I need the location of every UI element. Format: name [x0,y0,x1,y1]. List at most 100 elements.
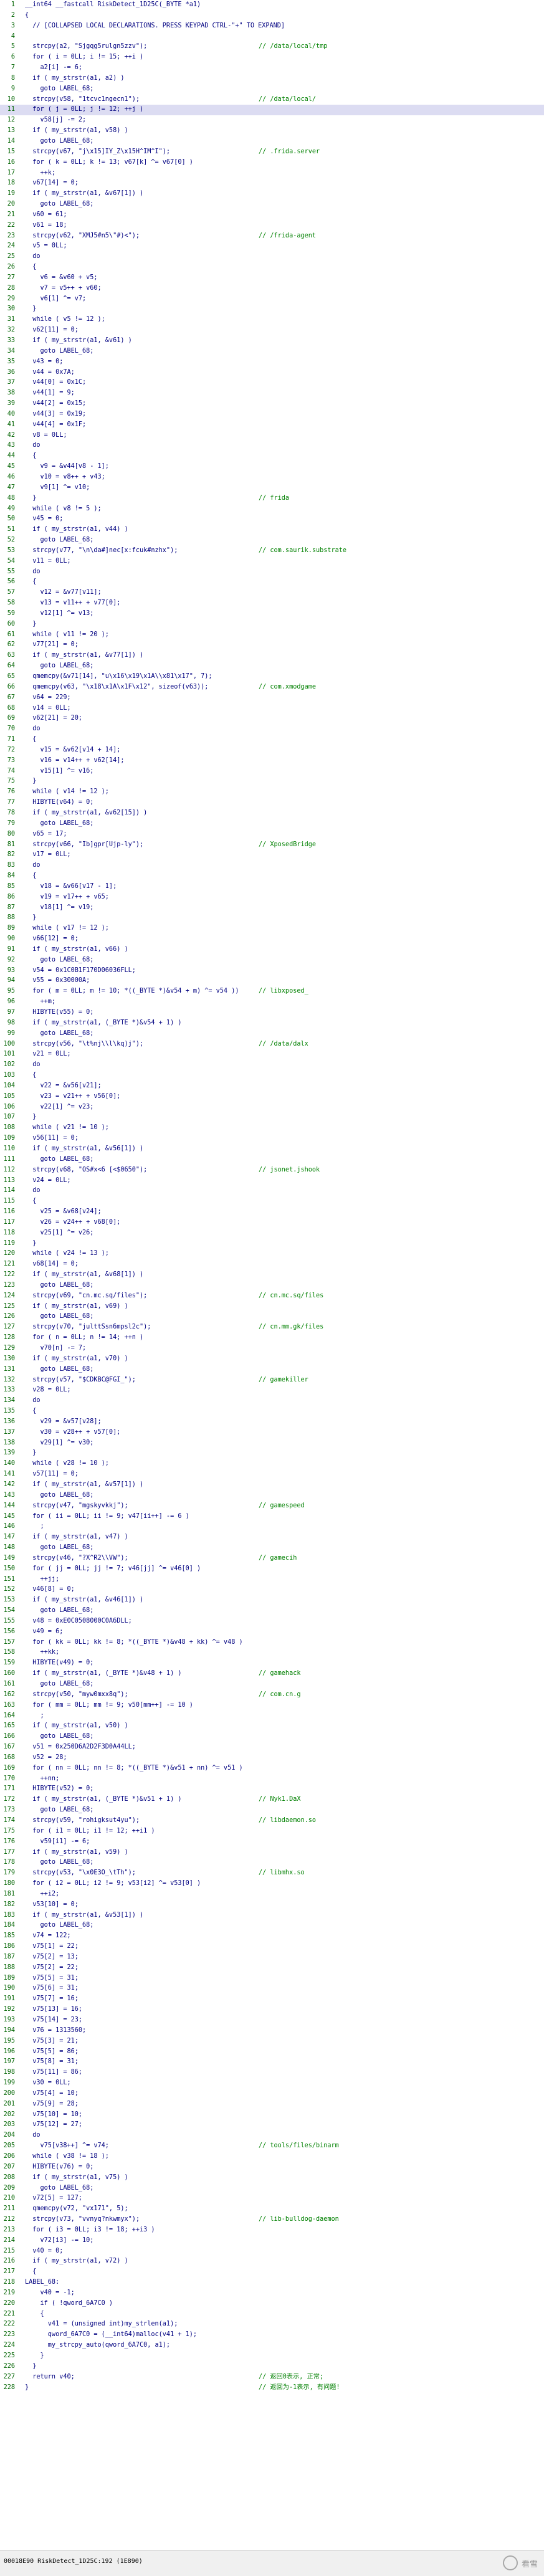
code-line[interactable]: 153 if ( my_strstr(a1, &v46[1]) ) [0,1595,544,1606]
code-line[interactable]: 26 { [0,262,544,273]
code-line[interactable]: 130 if ( my_strstr(a1, v70) ) [0,1354,544,1365]
code-line[interactable]: 175 for ( i1 = 0LL; i1 != 12; ++i1 ) [0,1826,544,1837]
code-line[interactable]: 164 ; [0,1711,544,1722]
code-line[interactable]: 144 strcpy(v47, "mgskyvkkj"); // gamespee… [0,1501,544,1512]
code-line[interactable]: 12 v58[j] -= 2; [0,115,544,126]
code-line[interactable]: 42 v8 = 0LL; [0,431,544,441]
code-line[interactable]: 23 strcpy(v62, "XMJ5#n5\"#)<"); // /frida… [0,231,544,242]
code-line[interactable]: 120 while ( v24 != 13 ); [0,1249,544,1259]
code-line[interactable]: 76 while ( v14 != 12 ); [0,787,544,798]
code-line[interactable]: 162 strcpy(v50, "myw0mxx8q"); // com.cn.g [0,1690,544,1701]
code-line[interactable]: 222 v41 = (unsigned int)my_strlen(a1); [0,2319,544,2330]
code-line[interactable]: 176 v59[i1] -= 6; [0,1837,544,1848]
code-line[interactable]: 190 v75[6] = 31; [0,1983,544,1994]
code-line[interactable]: 79 goto LABEL_68; [0,819,544,829]
code-line[interactable]: 24 v5 = 0LL; [0,241,544,252]
code-line[interactable]: 197 v75[8] = 31; [0,2057,544,2068]
code-line[interactable]: 69 v62[21] = 20; [0,713,544,724]
code-line[interactable]: 80 v65 = 17; [0,829,544,840]
code-line[interactable]: 207 HIBYTE(v76) = 0; [0,2162,544,2173]
code-line[interactable]: 194 v76 = 1313560; [0,2026,544,2036]
code-line[interactable]: 158 ++kk; [0,1648,544,1658]
code-line[interactable]: 116 v25 = &v68[v24]; [0,1207,544,1218]
code-line[interactable]: 188 v75[2] = 22; [0,1963,544,1973]
code-line[interactable]: 126 goto LABEL_68; [0,1312,544,1322]
code-line[interactable]: 68 v14 = 0LL; [0,704,544,714]
code-line[interactable]: 112 strcpy(v68, "OS#x<6 [<$0650"); // jso… [0,1165,544,1176]
code-line[interactable]: 110 if ( my_strstr(a1, &v56[1]) ) [0,1144,544,1155]
code-line[interactable]: 51 if ( my_strstr(a1, v44) ) [0,525,544,535]
code-line[interactable]: 131 goto LABEL_68; [0,1365,544,1375]
code-line[interactable]: 70 do [0,724,544,735]
code-line[interactable]: 72 v15 = &v62[v14 + 14]; [0,745,544,756]
code-line[interactable]: 216 if ( my_strstr(a1, v72) ) [0,2256,544,2267]
code-line[interactable]: 201 v75[9] = 28; [0,2099,544,2110]
code-line[interactable]: 174 strcpy(v59, "rohigksut4yu"); // libda… [0,1816,544,1826]
code-line[interactable]: 97 HIBYTE(v55) = 0; [0,1008,544,1018]
code-line[interactable]: 163 for ( mm = 0LL; mm != 9; v50[mm++] -… [0,1701,544,1711]
code-line[interactable]: 56 { [0,577,544,588]
code-line[interactable]: 87 v18[1] ^= v19; [0,903,544,914]
code-line[interactable]: 220 if ( !qword_6A7C0 ) [0,2299,544,2309]
code-line[interactable]: 17 ++k; [0,168,544,179]
code-line[interactable]: 66 qmemcpy(v63, "\x18\x1A\x1F\x12", size… [0,682,544,693]
code-line[interactable]: 94 v55 = 0x30000A; [0,976,544,986]
code-line[interactable]: 203 v75[12] = 27; [0,2120,544,2130]
code-line[interactable]: 209 goto LABEL_68; [0,2183,544,2194]
code-line[interactable]: 84 { [0,871,544,882]
code-line[interactable]: 81 strcpy(v66, "Ib]gpr[Ujp-ly"); // Xpose… [0,840,544,851]
code-line[interactable]: 101 v21 = 0LL; [0,1049,544,1060]
code-line[interactable]: 179 strcpy(v53, "\x0E3O_\tTh"); // libmhx… [0,1868,544,1879]
code-line[interactable]: 19 if ( my_strstr(a1, &v67[1]) ) [0,189,544,199]
code-line[interactable]: 2{ [0,11,544,21]
code-line[interactable]: 41 v44[4] = 0x1F; [0,420,544,431]
code-line[interactable]: 221 { [0,2309,544,2320]
code-line[interactable]: 180 for ( i2 = 0LL; i2 != 9; v53[i2] ^= … [0,1879,544,1889]
code-line[interactable]: 58 v13 = v11++ + v77[0]; [0,598,544,609]
code-line[interactable]: 35 v43 = 0; [0,357,544,368]
code-line[interactable]: 44 { [0,451,544,462]
code-line[interactable]: 206 while ( v38 != 18 ); [0,2152,544,2162]
code-line[interactable]: 225 } [0,2351,544,2362]
code-line[interactable]: 152 v46[8] = 0; [0,1585,544,1595]
code-line[interactable]: 208 if ( my_strstr(a1, v75) ) [0,2173,544,2183]
code-line[interactable]: 52 goto LABEL_68; [0,535,544,546]
code-line[interactable]: 107 } [0,1112,544,1123]
code-line[interactable]: 18 v67[14] = 0; [0,178,544,189]
code-line[interactable]: 143 goto LABEL_68; [0,1491,544,1501]
code-line[interactable]: 106 v22[1] ^= v23; [0,1102,544,1113]
code-line[interactable]: 33 if ( my_strstr(a1, &v61) ) [0,336,544,346]
code-line[interactable]: 161 goto LABEL_68; [0,1679,544,1690]
code-line[interactable]: 159 HIBYTE(v49) = 0; [0,1658,544,1669]
code-line[interactable]: 89 while ( v17 != 12 ); [0,923,544,934]
code-line[interactable]: 4 [0,32,544,42]
pseudocode-view[interactable]: 1 __int64 __fastcall RiskDetect_1D25C(_BY… [0,0,544,2549]
code-line[interactable]: 186 v75[1] = 22; [0,1942,544,1952]
code-line[interactable]: 91 if ( my_strstr(a1, v66) ) [0,945,544,955]
code-line[interactable]: 135 { [0,1406,544,1417]
code-line[interactable]: 36 v44 = 0x7A; [0,368,544,378]
code-line[interactable]: 141 v57[11] = 0; [0,1469,544,1480]
code-line[interactable]: 100 strcpy(v56, "\t%nj\\l\kq)j"); // /dat… [0,1039,544,1050]
code-line[interactable]: 111 goto LABEL_68; [0,1155,544,1165]
code-line[interactable]: 139 } [0,1448,544,1459]
code-line[interactable]: 55 do [0,567,544,578]
code-line[interactable]: 214 v72[i3] -= 10; [0,2236,544,2246]
code-line[interactable]: 184 goto LABEL_68; [0,1920,544,1931]
code-line[interactable]: 167 v51 = 0x250D6A2D2F3D0A44LL; [0,1742,544,1753]
code-line[interactable]: 132 strcpy(v57, "$CDKBC@FGI_"); // gameki… [0,1375,544,1386]
code-line[interactable]: 136 v29 = &v57[v28]; [0,1417,544,1428]
code-line[interactable]: 210 v72[5] = 127; [0,2193,544,2204]
code-line[interactable]: 65 qmemcpy(&v71[14], "u\x16\x19\x1A\\x81… [0,672,544,682]
code-line[interactable]: 212 strcpy(v73, "vvnyq?nkwmyx"); // lib-b… [0,2215,544,2225]
code-line[interactable]: 64 goto LABEL_68; [0,661,544,672]
code-line[interactable]: 219 v40 = -1; [0,2288,544,2299]
code-line[interactable]: 199 v30 = 0LL; [0,2078,544,2089]
code-line[interactable]: 8 if ( my_strstr(a1, a2) ) [0,74,544,84]
code-line[interactable]: 22 v61 = 18; [0,221,544,231]
code-line[interactable]: 133 v28 = 0LL; [0,1385,544,1396]
code-line[interactable]: 204 do [0,2130,544,2141]
code-line[interactable]: 45 v9 = &v44[v8 - 1]; [0,462,544,472]
code-line[interactable]: 117 v26 = v24++ + v68[0]; [0,1218,544,1228]
code-line[interactable]: 29 v6[1] ^= v7; [0,294,544,305]
